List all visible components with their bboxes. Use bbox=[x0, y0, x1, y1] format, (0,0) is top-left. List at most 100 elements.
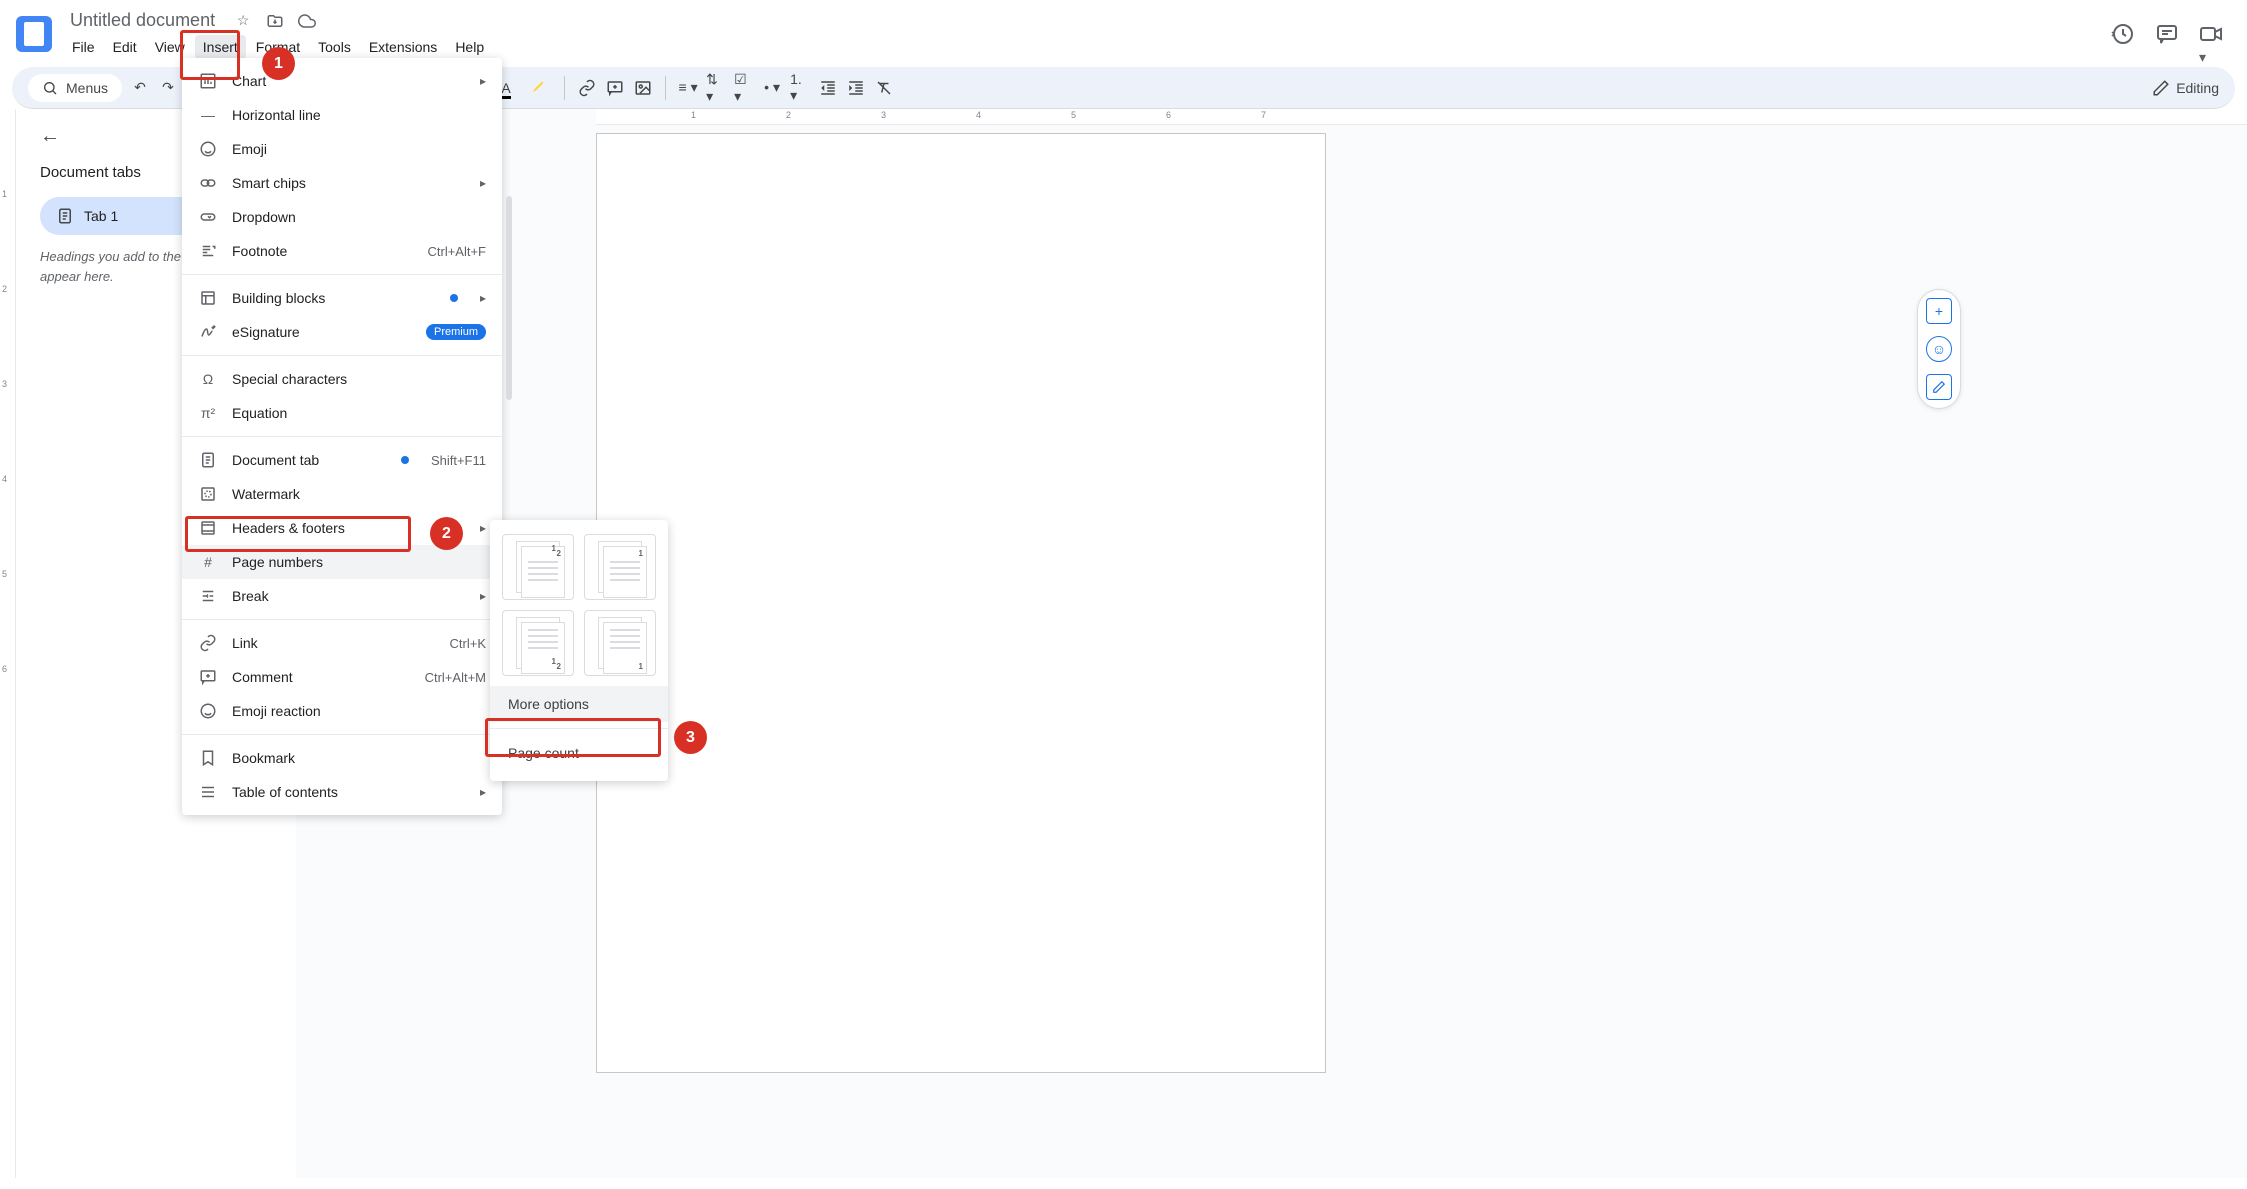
insert-esignature[interactable]: eSignature Premium bbox=[182, 315, 502, 349]
callout-box-2 bbox=[185, 516, 411, 552]
undo-icon[interactable]: ↶ bbox=[130, 78, 150, 98]
menu-divider bbox=[182, 355, 502, 356]
break-label: Break bbox=[232, 588, 466, 604]
doc-info: Untitled document ☆ File Edit View Inser… bbox=[64, 8, 2099, 59]
ruler-tick: 2 bbox=[786, 110, 791, 120]
insert-emoji-reaction[interactable]: Emoji reaction bbox=[182, 694, 502, 728]
ruler-tick: 4 bbox=[2, 474, 7, 484]
add-comment-action[interactable]: + bbox=[1926, 298, 1952, 324]
horizontal-ruler: 1 2 3 4 5 6 7 bbox=[596, 109, 2247, 125]
submenu-arrow-icon: ▸ bbox=[480, 176, 486, 190]
emoji-icon bbox=[198, 139, 218, 159]
insert-document-tab[interactable]: Document tab Shift+F11 bbox=[182, 443, 502, 477]
submenu-arrow-icon: ▸ bbox=[480, 589, 486, 603]
submenu-arrow-icon: ▸ bbox=[480, 521, 486, 535]
insert-break[interactable]: Break ▸ bbox=[182, 579, 502, 613]
menu-divider bbox=[182, 274, 502, 275]
tab-label: Tab 1 bbox=[84, 208, 118, 224]
preset-header-right-skip-first[interactable]: 1 bbox=[584, 534, 656, 600]
separator bbox=[564, 76, 565, 100]
menu-help[interactable]: Help bbox=[447, 35, 492, 59]
insert-horizontal-line[interactable]: — Horizontal line bbox=[182, 98, 502, 132]
indent-decrease-button[interactable] bbox=[818, 78, 838, 98]
line-spacing-button[interactable]: ⇅ ▾ bbox=[706, 78, 726, 98]
suggest-edit-action[interactable] bbox=[1926, 374, 1952, 400]
ruler-tick: 3 bbox=[2, 379, 7, 389]
ruler-tick: 7 bbox=[1261, 110, 1266, 120]
new-indicator-icon bbox=[401, 456, 409, 464]
editing-mode-button[interactable]: Editing bbox=[2152, 79, 2219, 97]
cloud-status-icon[interactable] bbox=[297, 11, 317, 31]
preset-footer-right[interactable]: 21 bbox=[502, 610, 574, 676]
building-blocks-icon bbox=[198, 288, 218, 308]
insert-watermark[interactable]: Watermark bbox=[182, 477, 502, 511]
preset-footer-right-skip-first[interactable]: 1 bbox=[584, 610, 656, 676]
more-options-item[interactable]: More options bbox=[490, 686, 668, 722]
ruler-tick: 4 bbox=[976, 110, 981, 120]
docs-logo-icon[interactable] bbox=[16, 16, 52, 52]
move-folder-icon[interactable] bbox=[265, 11, 285, 31]
document-page[interactable] bbox=[596, 133, 1326, 1073]
link-shortcut: Ctrl+K bbox=[450, 636, 486, 651]
highlight-button[interactable] bbox=[526, 73, 552, 102]
clear-formatting-button[interactable] bbox=[874, 78, 894, 98]
checklist-button[interactable]: ☑ ▾ bbox=[734, 78, 754, 98]
insert-building-blocks[interactable]: Building blocks ▸ bbox=[182, 281, 502, 315]
editing-mode-label: Editing bbox=[2176, 80, 2219, 96]
break-icon bbox=[198, 586, 218, 606]
page-numbers-label: Page numbers bbox=[232, 554, 486, 570]
align-button[interactable]: ≡ ▾ bbox=[678, 78, 698, 98]
menus-button[interactable]: Menus bbox=[28, 74, 122, 102]
insert-dropdown-chip[interactable]: Dropdown bbox=[182, 200, 502, 234]
bookmark-icon bbox=[198, 748, 218, 768]
link-icon bbox=[198, 633, 218, 653]
insert-emoji[interactable]: Emoji bbox=[182, 132, 502, 166]
insert-hr-label: Horizontal line bbox=[232, 107, 486, 123]
ruler-tick: 6 bbox=[1166, 110, 1171, 120]
page-number-presets: 21 1 21 1 bbox=[490, 530, 668, 686]
insert-link-icon[interactable] bbox=[577, 78, 597, 98]
add-comment-icon[interactable] bbox=[605, 78, 625, 98]
dropdown-icon bbox=[198, 207, 218, 227]
insert-dropdown-label: Dropdown bbox=[232, 209, 486, 225]
smart-chips-icon bbox=[198, 173, 218, 193]
history-icon[interactable] bbox=[2111, 22, 2135, 46]
insert-bookmark[interactable]: Bookmark bbox=[182, 741, 502, 775]
insert-special-chars[interactable]: Ω Special characters bbox=[182, 362, 502, 396]
numbered-list-button[interactable]: 1. ▾ bbox=[790, 78, 810, 98]
footnote-icon bbox=[198, 241, 218, 261]
callout-number-2: 2 bbox=[430, 517, 463, 550]
doc-tab-label: Document tab bbox=[232, 452, 387, 468]
emoji-reaction-action[interactable]: ☺ bbox=[1926, 336, 1952, 362]
insert-comment[interactable]: Comment Ctrl+Alt+M bbox=[182, 660, 502, 694]
insert-dropdown: Chart ▸ — Horizontal line Emoji Smart ch… bbox=[182, 58, 502, 815]
insert-link[interactable]: Link Ctrl+K bbox=[182, 626, 502, 660]
star-icon[interactable]: ☆ bbox=[233, 11, 253, 31]
insert-equation[interactable]: π² Equation bbox=[182, 396, 502, 430]
menu-edit[interactable]: Edit bbox=[105, 35, 145, 59]
insert-toc[interactable]: Table of contents ▸ bbox=[182, 775, 502, 809]
insert-smart-chips[interactable]: Smart chips ▸ bbox=[182, 166, 502, 200]
vertical-ruler: 1 2 3 4 5 6 bbox=[0, 109, 16, 1178]
separator bbox=[665, 76, 666, 100]
bullet-list-button[interactable]: • ▾ bbox=[762, 78, 782, 98]
menu-file[interactable]: File bbox=[64, 35, 103, 59]
submenu-arrow-icon: ▸ bbox=[480, 291, 486, 305]
menu-tools[interactable]: Tools bbox=[310, 35, 359, 59]
insert-image-icon[interactable] bbox=[633, 78, 653, 98]
scrollbar[interactable] bbox=[506, 196, 512, 400]
ruler-tick: 2 bbox=[2, 284, 7, 294]
preset-header-right[interactable]: 21 bbox=[502, 534, 574, 600]
doc-tab-icon bbox=[198, 450, 218, 470]
menu-extensions[interactable]: Extensions bbox=[361, 35, 445, 59]
menus-label: Menus bbox=[66, 80, 108, 96]
comments-icon[interactable] bbox=[2155, 22, 2179, 46]
redo-icon[interactable]: ↷ bbox=[158, 78, 178, 98]
video-call-icon[interactable]: ▾ bbox=[2199, 22, 2223, 46]
footnote-shortcut: Ctrl+Alt+F bbox=[427, 244, 486, 259]
insert-footnote[interactable]: Footnote Ctrl+Alt+F bbox=[182, 234, 502, 268]
watermark-icon bbox=[198, 484, 218, 504]
callout-box-1 bbox=[180, 30, 240, 80]
special-chars-label: Special characters bbox=[232, 371, 486, 387]
indent-increase-button[interactable] bbox=[846, 78, 866, 98]
